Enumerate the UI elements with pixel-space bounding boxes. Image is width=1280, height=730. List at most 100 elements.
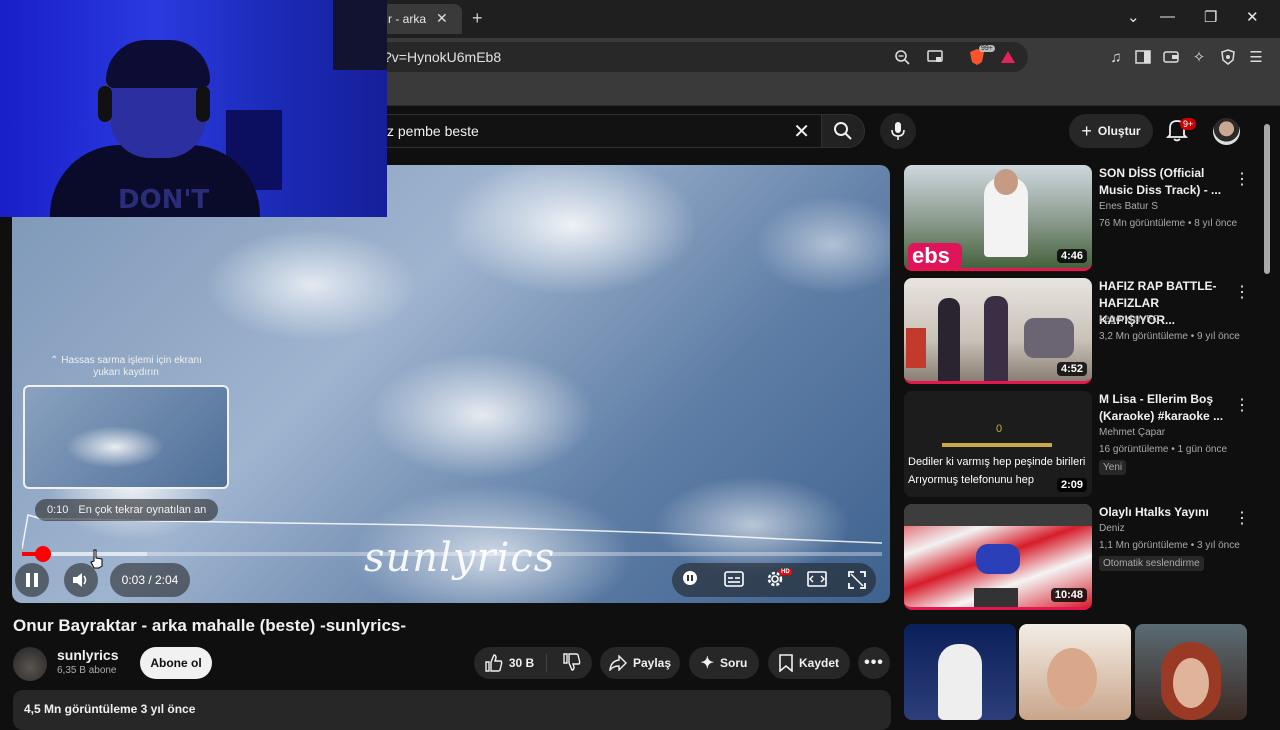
recommendation-item[interactable]: ebs 4:46 SON DİSS (Official Music Diss T… (904, 165, 1274, 271)
sparkle-icon: ✦ (700, 655, 715, 672)
recommendation-channel: Deniz (1099, 523, 1125, 534)
video-player[interactable]: sunlyrics ⌃ Hassas sarma işlemi için ekr… (12, 165, 890, 603)
microphone-icon (891, 122, 905, 140)
more-vertical-icon[interactable]: ⋮ (1234, 395, 1250, 415)
recommendation-channel: LegendaryFC (1099, 314, 1160, 325)
recommendation-channel: Enes Batur S (1099, 201, 1158, 212)
create-button[interactable]: + Oluştur (1069, 114, 1153, 148)
subscribe-button[interactable]: Abone ol (140, 647, 212, 679)
like-count: 30 B (508, 656, 535, 670)
leo-ai-icon[interactable]: ✧ (1189, 47, 1209, 67)
url-text: ?v=HynokU6mEb8 (384, 49, 502, 65)
hand-cursor-icon (90, 549, 103, 569)
subtitles-icon (724, 571, 744, 587)
volume-button[interactable] (64, 563, 98, 597)
recommendation-item[interactable]: 4:52 HAFIZ RAP BATTLE-HAFIZLAR KAPIŞIYOR… (904, 278, 1274, 384)
account-avatar[interactable] (1213, 118, 1240, 145)
short-thumbnail[interactable] (1135, 624, 1247, 720)
thumbs-down-icon (563, 652, 581, 671)
window-close-icon[interactable]: ✕ (1246, 8, 1259, 26)
background-shelf (333, 0, 387, 70)
recommendation-title: M Lisa - Ellerim Boş (Karaoke) #karaoke … (1099, 392, 1224, 423)
more-vertical-icon[interactable]: ⋮ (1234, 508, 1250, 528)
subtitles-button[interactable] (724, 571, 744, 592)
most-replayed-label: 0:10 En çok tekrar oynatılan an (35, 499, 219, 521)
search-button[interactable] (821, 114, 865, 148)
minimize-icon[interactable]: — (1160, 8, 1175, 25)
voice-search-button[interactable] (880, 113, 916, 149)
seek-hint: ⌃ Hassas sarma işlemi için ekranı yukarı… (50, 355, 202, 378)
search-input[interactable]: z pembe beste ✕ (370, 114, 822, 148)
video-title: Onur Bayraktar - arka mahalle (beste) -s… (13, 616, 407, 635)
more-actions-button[interactable]: ••• (858, 647, 890, 679)
recommendation-thumbnail[interactable]: ebs 4:46 (904, 165, 1092, 271)
karaoke-line-1: Dediler ki varmış hep peşinde birileri (908, 456, 1086, 468)
fullscreen-icon (848, 571, 866, 589)
tab-title: r - arka (388, 12, 427, 26)
menu-icon[interactable]: ☰ (1246, 47, 1266, 67)
recommendation-meta: 76 Mn görüntüleme • 8 yıl önce (1099, 218, 1238, 229)
channel-name[interactable]: sunlyrics (57, 647, 118, 663)
like-button[interactable]: 30 B (485, 654, 548, 672)
cast-icon[interactable] (925, 47, 945, 67)
dislike-button[interactable] (553, 652, 581, 674)
headphone-right (196, 86, 210, 122)
headphone-left (98, 86, 112, 122)
recommendation-thumbnail[interactable]: 10:48 (904, 504, 1092, 610)
ask-button[interactable]: ✦ Soru (689, 647, 759, 679)
zoom-icon[interactable] (892, 47, 912, 67)
url-field[interactable]: ?v=HynokU6mEb8 99+ (370, 42, 1028, 72)
channel-avatar[interactable] (13, 647, 47, 681)
recommendation-title: SON DİSS (Official Music Diss Track) - .… (1099, 166, 1222, 197)
theater-mode-button[interactable] (807, 571, 827, 592)
short-thumbnail[interactable] (1019, 624, 1131, 720)
restore-icon[interactable]: ❐ (1204, 8, 1217, 26)
seek-preview-thumbnail (23, 385, 229, 489)
sidebar-toggle-icon[interactable] (1133, 47, 1153, 67)
description-box[interactable]: 4,5 Mn görüntüleme 3 yıl önce (13, 690, 891, 730)
recommendation-meta: 1,1 Mn görüntüleme • 3 yıl önce (1099, 540, 1240, 551)
wallet-icon[interactable] (1161, 47, 1181, 67)
tab-search-icon[interactable]: ⌄ (1127, 8, 1140, 26)
recommendation-thumbnail[interactable]: 4:52 (904, 278, 1092, 384)
subscriber-count: 6,35 B abone (57, 665, 117, 676)
karaoke-line-2: Arıyormuş telefonunu hep (908, 474, 1034, 486)
page-scrollbar[interactable] (1262, 110, 1272, 720)
more-horizontal-icon: ••• (864, 654, 884, 671)
autoplay-icon (683, 571, 697, 585)
recommendation-meta: 3,2 Mn görüntüleme • 9 yıl önce (1099, 331, 1240, 342)
music-icon[interactable]: ♫ (1106, 47, 1126, 67)
recommendation-item[interactable]: 0 Dediler ki varmış hep peşinde birileri… (904, 391, 1274, 497)
scrubber-handle[interactable] (34, 546, 51, 562)
short-thumbnail[interactable] (904, 624, 1016, 720)
brave-badge: 99+ (979, 45, 995, 52)
brave-rewards-icon[interactable] (998, 47, 1018, 67)
close-tab-icon[interactable]: ✕ (436, 10, 448, 27)
recommendation-title: Olaylı Htalks Yayını (1099, 505, 1209, 519)
duration-badge: 4:46 (1056, 249, 1087, 263)
share-button[interactable]: Paylaş (600, 647, 680, 679)
pause-button[interactable] (15, 563, 49, 597)
autoplay-toggle[interactable] (682, 570, 698, 591)
volume-icon (73, 573, 87, 587)
search-query: z pembe beste (387, 123, 479, 139)
ask-label: Soru (720, 656, 748, 670)
progress-bar[interactable] (22, 546, 882, 562)
like-dislike-group: 30 B (474, 647, 592, 679)
thumbnail-logo-text: ebs (912, 243, 950, 268)
more-vertical-icon[interactable]: ⋮ (1234, 169, 1250, 189)
recommendation-thumbnail[interactable]: 0 Dediler ki varmış hep peşinde birileri… (904, 391, 1092, 497)
vpn-icon[interactable] (1218, 47, 1238, 67)
theater-icon (807, 571, 827, 587)
new-tab-icon[interactable]: + (472, 8, 483, 29)
recommendation-item[interactable]: 10:48 Olaylı Htalks Yayını Deniz 1,1 Mn … (904, 504, 1274, 610)
clear-search-icon[interactable]: ✕ (793, 119, 810, 144)
time-display: 0:03 / 2:04 (110, 563, 190, 597)
fullscreen-button[interactable] (848, 571, 866, 594)
save-button[interactable]: Kaydet (768, 647, 850, 679)
duration-badge: 4:52 (1056, 362, 1087, 376)
more-vertical-icon[interactable]: ⋮ (1234, 282, 1250, 302)
scrollbar-thumb[interactable] (1264, 124, 1270, 274)
duration-badge: 2:09 (1056, 478, 1087, 492)
recommendation-channel: Mehmet Çapar (1099, 427, 1166, 438)
